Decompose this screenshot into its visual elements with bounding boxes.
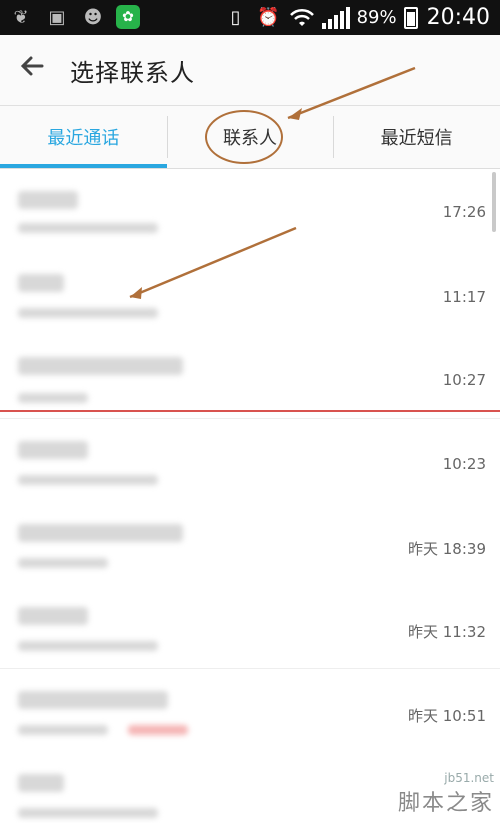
watermark-site: jb51.net (444, 771, 494, 785)
annotation-arrow (287, 66, 416, 120)
watermark: jb51.net 脚本之家 (398, 771, 494, 817)
watermark-name: 脚本之家 (397, 791, 494, 816)
annotation-arrows (129, 66, 416, 299)
arrowhead-icon (288, 108, 302, 120)
arrowhead-icon (130, 287, 142, 299)
annotation-arrow (129, 226, 297, 299)
